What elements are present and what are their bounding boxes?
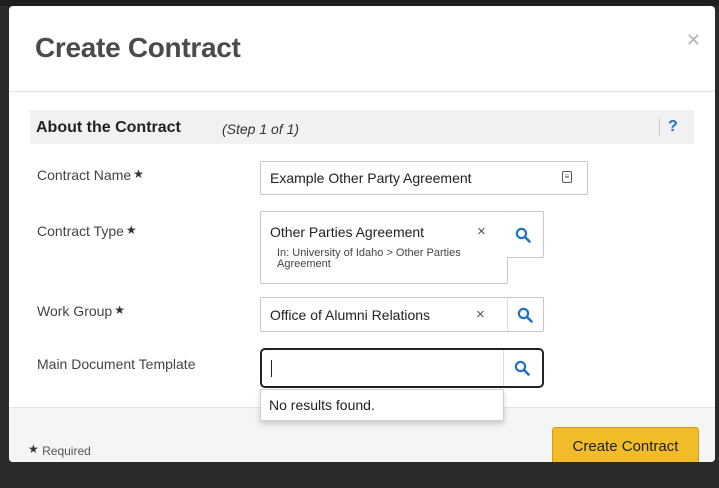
contract-type-clear-icon[interactable]: × (477, 223, 486, 240)
work-group-label: Work Group ★ (37, 303, 125, 319)
contract-type-label: Contract Type ★ (37, 223, 137, 239)
contract-type-lookup[interactable]: Other Parties Agreement × In: University… (260, 211, 508, 284)
no-results-message: No results found. (269, 397, 375, 413)
text-cursor (271, 360, 272, 377)
contract-name-input[interactable] (260, 161, 588, 195)
required-star-icon: ★ (125, 223, 137, 237)
contract-type-value: Other Parties Agreement (270, 224, 425, 240)
required-star-icon: ★ (114, 303, 125, 317)
search-icon (515, 227, 531, 243)
section-step: (Step 1 of 1) (222, 121, 300, 137)
help-link[interactable]: ? (668, 118, 678, 136)
create-contract-button[interactable]: Create Contract (552, 427, 699, 462)
required-note: ★ Required (28, 442, 91, 458)
main-document-template-label-text: Main Document Template (37, 356, 196, 372)
help-divider (659, 118, 660, 136)
search-icon[interactable] (514, 360, 530, 376)
dialog-title: Create Contract (35, 32, 241, 63)
required-star-icon: ★ (133, 167, 144, 181)
search-divider (507, 298, 508, 331)
page-backdrop-bottom (0, 462, 719, 488)
main-document-template-input[interactable] (260, 348, 544, 388)
work-group-value: Office of Alumni Relations (270, 307, 431, 323)
required-note-text: Required (42, 444, 91, 458)
work-group-lookup[interactable]: Office of Alumni Relations × (260, 297, 544, 332)
search-divider (503, 350, 504, 386)
section-title: About the Contract (36, 119, 181, 136)
search-icon[interactable] (517, 307, 533, 323)
work-group-clear-icon[interactable]: × (476, 306, 485, 323)
contract-type-search-button[interactable] (507, 211, 544, 258)
required-star-icon: ★ (28, 442, 39, 456)
document-icon[interactable]: ≡ (562, 171, 572, 183)
contract-type-path: In: University of Idaho > Other Parties … (277, 247, 461, 270)
autocomplete-dropdown: No results found. (260, 389, 504, 421)
work-group-label-text: Work Group (37, 303, 113, 319)
close-icon[interactable]: ✕ (686, 30, 701, 51)
contract-name-label-text: Contract Name (37, 167, 132, 183)
dialog-header: Create Contract ✕ (9, 6, 715, 92)
contract-name-label: Contract Name ★ (37, 167, 144, 183)
section-header: About the Contract (Step 1 of 1) ? (30, 110, 694, 144)
contract-type-label-text: Contract Type (37, 223, 124, 239)
main-document-template-label: Main Document Template (37, 356, 195, 372)
create-contract-dialog: Create Contract ✕ About the Contract (St… (9, 6, 715, 462)
